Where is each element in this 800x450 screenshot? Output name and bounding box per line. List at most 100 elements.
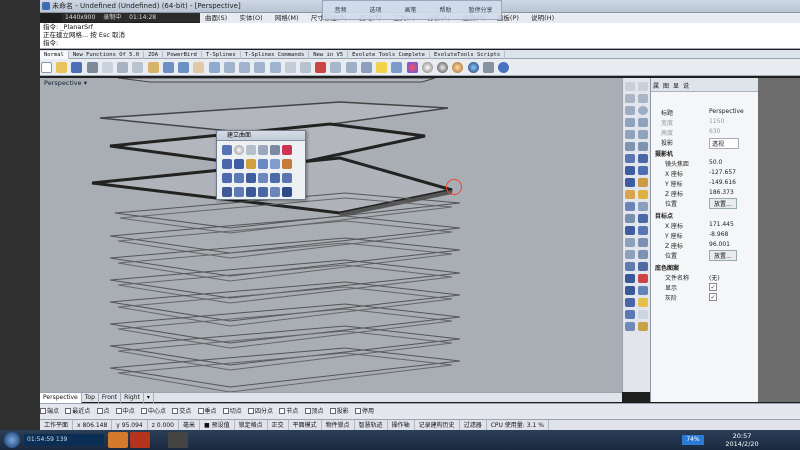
- osnap-int-checkbox[interactable]: [172, 408, 179, 414]
- zoom-window-icon[interactable]: [239, 62, 251, 73]
- battery-indicator[interactable]: 74%: [682, 435, 704, 445]
- draft-icon[interactable]: [638, 286, 648, 295]
- select-icon[interactable]: [360, 62, 372, 73]
- dimension-tool-icon[interactable]: [638, 154, 648, 163]
- osnap-perp-checkbox[interactable]: [197, 408, 204, 414]
- zoom-icon[interactable]: [223, 62, 235, 73]
- osnap-knot-checkbox[interactable]: [279, 408, 286, 414]
- car-icon[interactable]: [315, 62, 327, 73]
- app-icon-1[interactable]: [108, 432, 128, 448]
- check-icon[interactable]: [625, 310, 635, 319]
- perspective-viewport[interactable]: [40, 78, 622, 392]
- app-icon-2[interactable]: [130, 432, 150, 448]
- menu-help[interactable]: 说明(H): [526, 13, 559, 23]
- rib-icon[interactable]: [270, 187, 280, 197]
- line-icon[interactable]: [638, 94, 648, 103]
- four-view-icon[interactable]: [284, 62, 296, 73]
- color-wheel-icon[interactable]: [406, 62, 418, 73]
- overlay-help-button[interactable]: 帮助: [428, 1, 463, 21]
- wallpaper-gray-checkbox[interactable]: ✓: [709, 293, 717, 301]
- mirror-icon[interactable]: [638, 226, 648, 235]
- tab-help[interactable]: 说: [681, 78, 691, 93]
- prop-title-value[interactable]: Perspective: [709, 108, 744, 115]
- osnap-perp[interactable]: 垂点: [197, 404, 217, 420]
- osnap-vertex[interactable]: 顶点: [304, 404, 324, 420]
- checkmark-icon[interactable]: [638, 310, 648, 319]
- menu-surface[interactable]: 曲面(S): [200, 13, 232, 23]
- light-icon[interactable]: [638, 298, 648, 307]
- target-x-value[interactable]: 171.445: [709, 221, 734, 228]
- cplane-icon[interactable]: [330, 62, 342, 73]
- rectangle-icon[interactable]: [638, 130, 648, 139]
- zebra-icon[interactable]: [625, 286, 635, 295]
- arc-icon[interactable]: [625, 118, 635, 127]
- menu-solid[interactable]: 实体(O): [234, 13, 267, 23]
- revolve-icon[interactable]: [270, 159, 280, 169]
- osnap-project[interactable]: 投影: [329, 404, 349, 420]
- analyze-icon[interactable]: [625, 274, 635, 283]
- overlay-audio-button[interactable]: 音频: [323, 1, 358, 21]
- cone-icon[interactable]: [246, 173, 256, 183]
- panel-header[interactable]: 建立曲面: [217, 131, 305, 141]
- ellipse-icon[interactable]: [638, 118, 648, 127]
- layer-icon[interactable]: [391, 62, 403, 73]
- target-y-value[interactable]: -8.968: [709, 231, 728, 238]
- curve-icon[interactable]: [625, 106, 635, 115]
- boolean-union-icon[interactable]: [625, 178, 635, 187]
- loft-tool-icon[interactable]: [282, 145, 292, 155]
- point-surface-icon[interactable]: [246, 145, 256, 155]
- osnap-disable-checkbox[interactable]: [355, 408, 361, 414]
- tab-layers[interactable]: 图: [661, 78, 671, 93]
- target-place-button[interactable]: 放置...: [709, 250, 737, 261]
- osnap-project-checkbox[interactable]: [329, 408, 336, 414]
- shaded-sphere-icon[interactable]: [437, 62, 449, 73]
- viewport-icon[interactable]: [299, 62, 311, 73]
- viewport-label[interactable]: Perspective ▾: [44, 79, 87, 87]
- wallpaper-show-checkbox[interactable]: ✓: [709, 283, 717, 291]
- camera-y-value[interactable]: -149.616: [709, 179, 736, 186]
- osnap-mid[interactable]: 中点: [115, 404, 135, 420]
- open-file-icon[interactable]: [56, 62, 68, 73]
- fillet-surface-icon[interactable]: [234, 187, 244, 197]
- explode-icon[interactable]: [638, 190, 648, 199]
- menu-mesh[interactable]: 网格(M): [270, 13, 304, 23]
- sphere-tool-icon[interactable]: [234, 145, 244, 155]
- drape-icon[interactable]: [270, 173, 280, 183]
- flow-icon[interactable]: [625, 250, 635, 259]
- save-icon[interactable]: [71, 62, 83, 73]
- paste-icon[interactable]: [147, 62, 159, 73]
- osnap-cen[interactable]: 中心点: [141, 404, 166, 420]
- terrain-icon[interactable]: [282, 173, 292, 183]
- render-sphere-icon[interactable]: [421, 62, 433, 73]
- zoom-selected-icon[interactable]: [269, 62, 281, 73]
- offset-surface-icon[interactable]: [222, 187, 232, 197]
- viewtab-right[interactable]: Right: [121, 393, 144, 403]
- overlay-pause-button[interactable]: 暂停分享: [463, 1, 498, 21]
- polyline-icon[interactable]: [625, 94, 635, 103]
- render-icon[interactable]: [625, 298, 635, 307]
- box-solid-icon[interactable]: [625, 166, 635, 175]
- rail-revolve-icon[interactable]: [222, 173, 232, 183]
- redo-icon[interactable]: [178, 62, 190, 73]
- polygon-icon[interactable]: [625, 130, 635, 139]
- osnap-mid-checkbox[interactable]: [115, 408, 122, 414]
- surface-from-corner-icon[interactable]: [222, 145, 232, 155]
- osnap-near-checkbox[interactable]: [65, 408, 72, 414]
- overlay-options-button[interactable]: 选项: [358, 1, 393, 21]
- scale-icon[interactable]: [638, 238, 648, 247]
- pan-hand-icon[interactable]: [193, 62, 205, 73]
- layout-icon[interactable]: [625, 322, 635, 331]
- move-icon[interactable]: [345, 62, 357, 73]
- osnap-cen-checkbox[interactable]: [141, 408, 147, 414]
- new-file-icon[interactable]: [41, 62, 52, 73]
- split-icon[interactable]: [625, 214, 635, 223]
- offset-curve-icon[interactable]: [638, 142, 648, 151]
- drafting-icon[interactable]: [638, 322, 648, 331]
- target-z-value[interactable]: 96.001: [709, 241, 730, 248]
- osnap-tan-checkbox[interactable]: [222, 408, 229, 414]
- command-prompt[interactable]: 指令:: [40, 39, 800, 47]
- bend-icon[interactable]: [638, 250, 648, 259]
- project-icon[interactable]: [625, 262, 635, 271]
- extrude-tool-icon[interactable]: [270, 145, 280, 155]
- grid-surface-icon[interactable]: [282, 187, 292, 197]
